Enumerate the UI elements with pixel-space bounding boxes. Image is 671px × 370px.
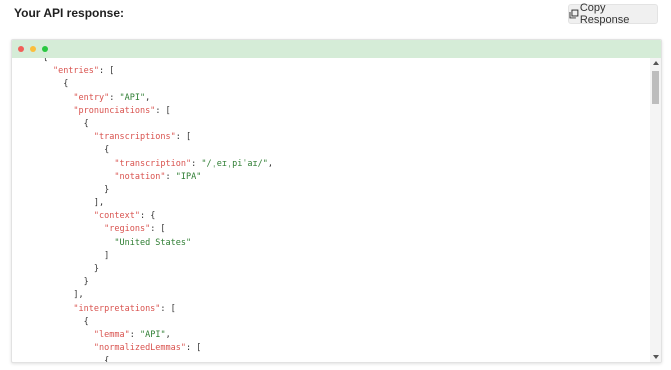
code-line: {	[12, 78, 649, 91]
json-punctuation: {	[42, 58, 48, 63]
json-key: "transcription"	[114, 158, 192, 169]
json-punctuation: ,	[145, 92, 151, 103]
json-key: "entries"	[52, 66, 100, 77]
scrollbar-thumb[interactable]	[652, 71, 659, 104]
json-punctuation: :	[109, 92, 120, 103]
json-key: "regions"	[104, 224, 151, 235]
json-punctuation: }	[93, 264, 100, 274]
json-key: "entry"	[73, 92, 110, 103]
code-line: "transcription": "/ˌeɪˌpiˈaɪ/",	[12, 158, 649, 171]
json-punctuation: ],	[73, 290, 84, 301]
minimize-dot-icon	[30, 46, 36, 52]
json-punctuation: ],	[93, 198, 105, 209]
json-key: "pronunciations"	[73, 105, 156, 116]
json-punctuation: : [	[155, 105, 171, 116]
json-punctuation: ]	[104, 250, 110, 261]
scroll-down-arrow-icon[interactable]	[653, 355, 659, 359]
json-key: "context"	[93, 211, 140, 222]
code-line: ],	[12, 289, 649, 302]
code-view[interactable]: { "entries": [ { "entry": "API", "pronun…	[12, 58, 649, 362]
code-line: }	[12, 184, 649, 197]
json-punctuation: ,	[165, 329, 171, 340]
json-punctuation: :	[191, 158, 202, 169]
code-line: "notation": "IPA"	[12, 171, 649, 184]
code-line: {	[12, 316, 649, 329]
json-string: "/ˌeɪˌpiˈaɪ/"	[201, 158, 268, 169]
code-line: ],	[12, 197, 649, 210]
json-punctuation: {	[104, 356, 110, 362]
vertical-scrollbar[interactable]	[650, 58, 661, 362]
json-punctuation: {	[104, 145, 110, 156]
code-line: {	[12, 118, 649, 131]
json-punctuation: :	[165, 171, 176, 182]
json-string: "API"	[139, 329, 166, 340]
json-string: "API"	[119, 92, 146, 103]
json-punctuation: : [	[175, 132, 192, 143]
code-line: "regions": [	[12, 223, 649, 236]
code-line: "normalizedLemmas": [	[12, 342, 649, 355]
window-titlebar	[12, 40, 661, 58]
code-line: "lemma": "API",	[12, 329, 649, 342]
json-key: "normalizedLemmas"	[93, 343, 187, 354]
code-line: }	[12, 263, 649, 276]
json-punctuation: : [	[150, 224, 166, 235]
maximize-dot-icon	[42, 46, 48, 52]
code-line: "interpretations": [	[12, 303, 649, 316]
copy-response-button[interactable]: Copy Response	[568, 2, 658, 26]
code-line: "entry": "API",	[12, 92, 649, 105]
json-punctuation: {	[83, 316, 89, 327]
json-punctuation: }	[104, 184, 110, 195]
json-key: "interpretations"	[73, 303, 161, 314]
code-line: "context": {	[12, 210, 649, 223]
code-line: "transcriptions": [	[12, 131, 649, 144]
code-line: "pronunciations": [	[12, 105, 649, 118]
json-string: "IPA"	[175, 171, 202, 182]
json-string: "United States"	[114, 237, 192, 248]
json-punctuation: : [	[186, 343, 202, 354]
json-punctuation: }	[83, 277, 89, 288]
json-punctuation: {	[83, 118, 89, 129]
json-punctuation: {	[63, 79, 69, 90]
api-response-panel: { "entries": [ { "entry": "API", "pronun…	[11, 39, 662, 363]
json-punctuation: : [	[99, 66, 115, 77]
code-line: {	[12, 355, 649, 362]
code-line: {	[12, 144, 649, 157]
code-line: ]	[12, 250, 649, 263]
json-key: "notation"	[114, 171, 166, 182]
json-punctuation: ,	[267, 158, 274, 169]
copy-response-label: Copy Response	[579, 2, 630, 26]
code-line: "entries": [	[12, 65, 649, 78]
close-dot-icon	[18, 46, 24, 52]
copy-icon	[569, 9, 579, 19]
scroll-up-arrow-icon[interactable]	[653, 61, 659, 65]
json-punctuation: : [	[160, 303, 176, 314]
json-punctuation: :	[129, 329, 140, 340]
json-punctuation: : {	[139, 211, 156, 222]
page-title: Your API response:	[14, 6, 125, 20]
json-key: "lemma"	[93, 329, 130, 340]
code-line: "United States"	[12, 237, 649, 250]
code-line: {	[12, 58, 649, 65]
code-line: }	[12, 276, 649, 289]
json-key: "transcriptions"	[93, 132, 176, 143]
